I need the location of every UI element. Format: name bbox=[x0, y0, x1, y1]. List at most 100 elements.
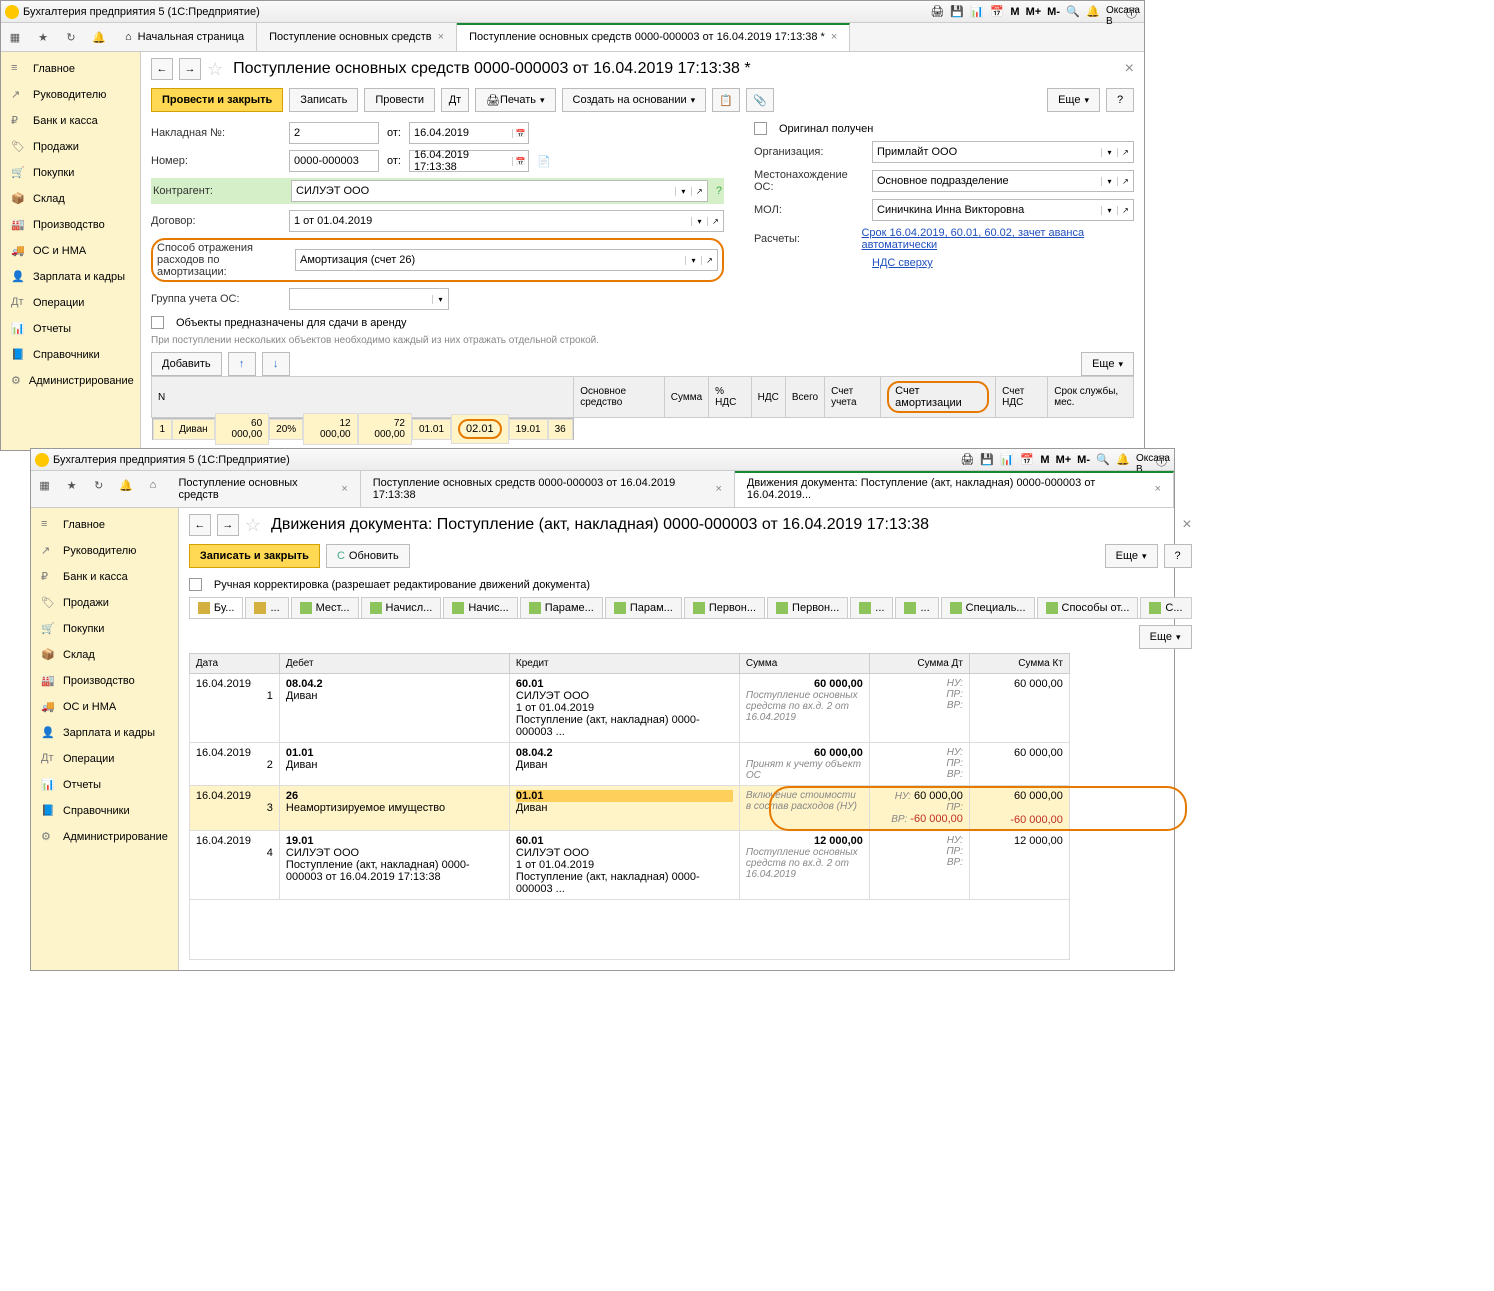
home-tab[interactable]: ⌂ Начальная страница bbox=[113, 23, 257, 51]
search-icon[interactable]: 🔍 bbox=[1066, 5, 1080, 19]
fwd-button[interactable]: → bbox=[179, 58, 201, 80]
calc-icon[interactable]: 📊 bbox=[970, 5, 984, 19]
calc-icon[interactable]: 📊 bbox=[1000, 453, 1014, 467]
sidebar-item[interactable]: ₽Банк и касса bbox=[31, 564, 178, 590]
original-checkbox[interactable] bbox=[754, 122, 767, 135]
star-icon[interactable]: ☆ bbox=[207, 59, 223, 80]
org-select[interactable]: Примлайт ООО▾↗ bbox=[872, 141, 1134, 163]
tab-3[interactable]: Движения документа: Поступление (акт, на… bbox=[735, 471, 1174, 507]
sidebar-item[interactable]: 📦Склад bbox=[1, 186, 140, 212]
subtab[interactable]: Мест... bbox=[291, 597, 359, 618]
sidebar-item[interactable]: ДтОперации bbox=[31, 746, 178, 772]
sidebar-item[interactable]: 👤Зарплата и кадры bbox=[1, 264, 140, 290]
calc-link[interactable]: Срок 16.04.2019, 60.01, 60.02, зачет ава… bbox=[861, 227, 1134, 251]
close-icon[interactable]: × bbox=[715, 483, 721, 495]
m-btn[interactable]: M bbox=[1010, 6, 1019, 18]
sidebar-item[interactable]: 🚚ОС и НМА bbox=[1, 238, 140, 264]
sidebar-item[interactable]: 🏷Продажи bbox=[1, 134, 140, 160]
tab-1[interactable]: Поступление основных средств × bbox=[257, 23, 457, 51]
table-row[interactable]: 16.04.20193 26Неамортизируемое имущество… bbox=[189, 786, 1191, 831]
m-minus-btn[interactable]: M- bbox=[1047, 6, 1060, 18]
counterparty-select[interactable]: СИЛУЭТ ООО▾↗ bbox=[291, 180, 708, 202]
mol-select[interactable]: Синичкина Инна Викторовна▾↗ bbox=[872, 199, 1134, 221]
back-button[interactable]: ← bbox=[151, 58, 173, 80]
invoice-num-input[interactable] bbox=[289, 122, 379, 144]
m-plus-btn[interactable]: M+ bbox=[1056, 454, 1072, 466]
post-button[interactable]: Провести bbox=[364, 88, 435, 112]
subtab[interactable]: ... bbox=[895, 597, 938, 618]
m-minus-btn[interactable]: M- bbox=[1077, 454, 1090, 466]
table-row[interactable]: 16.04.20194 19.01СИЛУЭТ ОООПоступление (… bbox=[189, 831, 1191, 900]
sidebar-item[interactable]: 📊Отчеты bbox=[31, 772, 178, 798]
nds-link[interactable]: НДС сверху bbox=[872, 257, 933, 269]
bell-icon[interactable]: 🔔 bbox=[1086, 5, 1100, 19]
group-select[interactable]: ▾ bbox=[289, 288, 449, 310]
manual-checkbox[interactable] bbox=[189, 578, 202, 591]
search-icon[interactable]: 🔍 bbox=[1096, 453, 1110, 467]
back-button[interactable]: ← bbox=[189, 514, 211, 536]
tab-1[interactable]: Поступление основных средств× bbox=[166, 471, 360, 507]
sidebar-item[interactable]: 📦Склад bbox=[31, 642, 178, 668]
sidebar-item[interactable]: ≡Главное bbox=[1, 56, 140, 82]
table-row[interactable]: 16.04.20191 08.04.2Диван 60.01СИЛУЭТ ООО… bbox=[189, 674, 1191, 743]
close-icon[interactable]: × bbox=[1155, 483, 1161, 495]
print-icon[interactable]: 🖨 bbox=[960, 453, 974, 467]
bell-icon[interactable]: 🔔 bbox=[85, 23, 113, 51]
location-select[interactable]: Основное подразделение▾↗ bbox=[872, 170, 1134, 192]
close-icon[interactable]: × bbox=[831, 31, 837, 43]
tab-2[interactable]: Поступление основных средств 0000-000003… bbox=[457, 23, 850, 51]
attach-button[interactable]: 📎 bbox=[746, 88, 774, 112]
close-icon[interactable]: × bbox=[1125, 60, 1134, 78]
m-plus-btn[interactable]: M+ bbox=[1026, 6, 1042, 18]
info-icon[interactable]: ⓘ bbox=[1126, 5, 1140, 19]
apps-icon[interactable]: ▦ bbox=[31, 471, 58, 499]
refresh-button[interactable]: СОбновить bbox=[326, 544, 410, 568]
close-icon[interactable]: × bbox=[1182, 516, 1191, 534]
doc-icon[interactable]: 📄 bbox=[537, 155, 551, 168]
save-close-button[interactable]: Записать и закрыть bbox=[189, 544, 320, 568]
date-input[interactable]: 16.04.2019📅 bbox=[409, 122, 529, 144]
calendar-icon[interactable]: 📅 bbox=[990, 5, 1004, 19]
close-icon[interactable]: × bbox=[438, 31, 444, 43]
save-icon[interactable]: 💾 bbox=[980, 453, 994, 467]
dtkt-button[interactable]: Дт bbox=[441, 88, 469, 112]
number-input[interactable] bbox=[289, 150, 379, 172]
help-button[interactable]: ? bbox=[1164, 544, 1192, 568]
subtab[interactable]: Первон... bbox=[767, 597, 848, 618]
link-button[interactable]: 📋 bbox=[712, 88, 740, 112]
star-icon[interactable]: ☆ bbox=[245, 515, 261, 536]
table-row[interactable]: 16.04.20192 01.01Диван 08.04.2Диван 60 0… bbox=[189, 743, 1191, 786]
history-icon[interactable]: ↻ bbox=[57, 23, 85, 51]
sidebar-item[interactable]: 🏭Производство bbox=[31, 668, 178, 694]
more-button[interactable]: Еще bbox=[1047, 88, 1100, 112]
more-button[interactable]: Еще bbox=[1105, 544, 1158, 568]
add-button[interactable]: Добавить bbox=[151, 352, 222, 376]
sidebar-item[interactable]: 🏭Производство bbox=[1, 212, 140, 238]
sidebar-item[interactable]: ⚙Администрирование bbox=[1, 368, 140, 394]
subtab[interactable]: ... bbox=[850, 597, 893, 618]
subtab[interactable]: ... bbox=[245, 597, 288, 618]
sidebar-item[interactable]: ДтОперации bbox=[1, 290, 140, 316]
fwd-button[interactable]: → bbox=[217, 514, 239, 536]
home-icon[interactable]: ⌂ bbox=[139, 471, 166, 499]
sidebar-item[interactable]: 🚚ОС и НМА bbox=[31, 694, 178, 720]
help-button[interactable]: ? bbox=[1106, 88, 1134, 112]
datetime-input[interactable]: 16.04.2019 17:13:38📅 bbox=[409, 150, 529, 172]
apps-icon[interactable]: ▦ bbox=[1, 23, 29, 51]
star-icon[interactable]: ★ bbox=[29, 23, 57, 51]
sidebar-item[interactable]: 📘Справочники bbox=[1, 342, 140, 368]
amort-method-select[interactable]: Амортизация (счет 26)▾↗ bbox=[295, 249, 718, 271]
more-button[interactable]: Еще bbox=[1139, 625, 1192, 649]
sidebar-item[interactable]: ₽Банк и касса bbox=[1, 108, 140, 134]
user-label[interactable]: Оксана В bbox=[1136, 453, 1150, 467]
subtab[interactable]: Бу... bbox=[189, 597, 244, 618]
print-icon[interactable]: 🖨 bbox=[930, 5, 944, 19]
subtab[interactable]: Способы от... bbox=[1037, 597, 1139, 618]
subtab[interactable]: Параме... bbox=[520, 597, 603, 618]
more-button[interactable]: Еще bbox=[1081, 352, 1134, 376]
save-icon[interactable]: 💾 bbox=[950, 5, 964, 19]
sidebar-item[interactable]: ↗Руководителю bbox=[1, 82, 140, 108]
contract-select[interactable]: 1 от 01.04.2019▾↗ bbox=[289, 210, 724, 232]
sidebar-item[interactable]: 📊Отчеты bbox=[1, 316, 140, 342]
up-button[interactable]: ↑ bbox=[228, 352, 256, 376]
